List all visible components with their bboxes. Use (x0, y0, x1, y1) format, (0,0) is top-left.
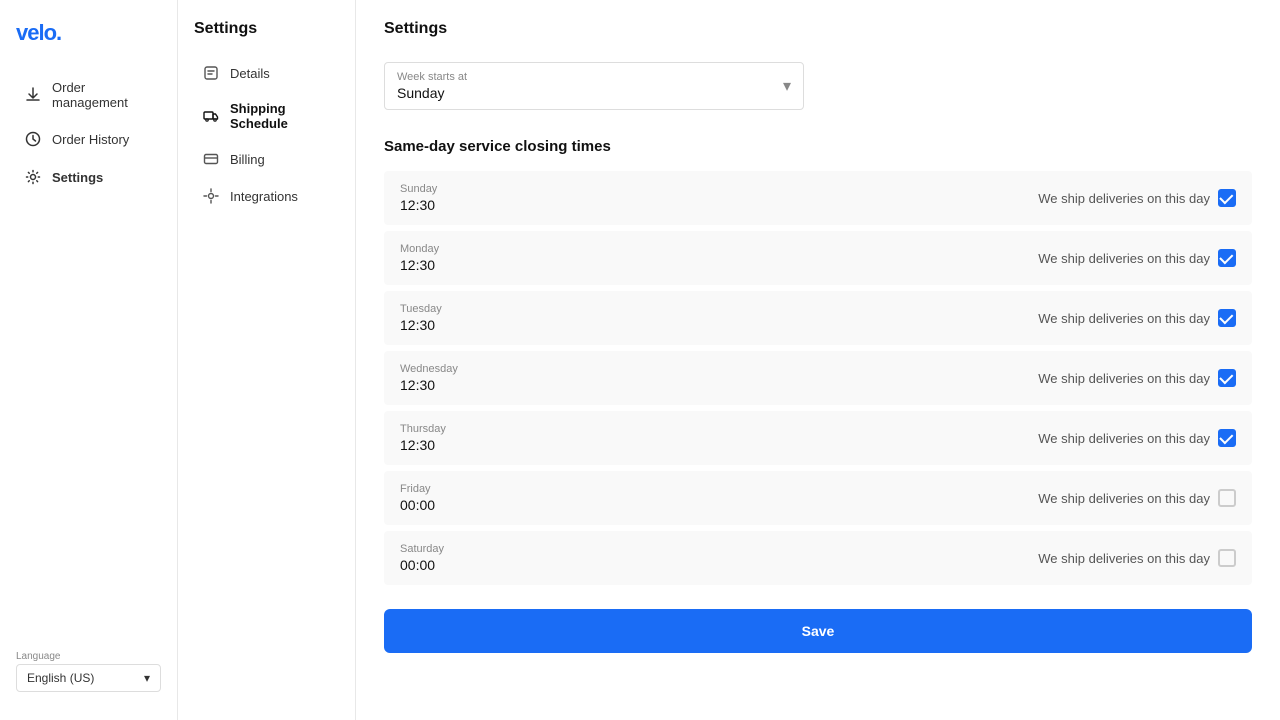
settings-nav-item-label: Integrations (230, 189, 298, 204)
day-info: Thursday 12:30 (400, 423, 490, 453)
day-row: Thursday 12:30 We ship deliveries on thi… (384, 411, 1252, 465)
same-day-title: Same-day service closing times (384, 138, 1252, 155)
language-label: Language (16, 651, 161, 662)
day-name: Wednesday (400, 363, 490, 375)
week-starts-label: Week starts at (397, 71, 791, 83)
settings-nav-item-label: Shipping Schedule (230, 101, 331, 131)
day-name: Thursday (400, 423, 490, 435)
day-info: Saturday 00:00 (400, 543, 490, 573)
day-checkbox-label: We ship deliveries on this day (1038, 191, 1210, 206)
sidebar-bottom: Language English (US) ▾ (0, 639, 177, 704)
week-starts-dropdown[interactable]: Week starts at Sunday ▾ (384, 62, 804, 110)
clock-icon (24, 130, 42, 148)
integrations-icon (202, 187, 220, 205)
day-checkbox[interactable] (1218, 369, 1236, 387)
chevron-down-icon: ▾ (144, 671, 150, 685)
day-row: Friday 00:00 We ship deliveries on this … (384, 471, 1252, 525)
settings-nav-shipping-schedule[interactable]: Shipping Schedule (186, 92, 347, 140)
day-row: Tuesday 12:30 We ship deliveries on this… (384, 291, 1252, 345)
settings-nav-billing[interactable]: Billing (186, 141, 347, 177)
day-checkbox[interactable] (1218, 429, 1236, 447)
day-checkbox-area: We ship deliveries on this day (1038, 309, 1236, 327)
day-name: Sunday (400, 183, 490, 195)
logo: velo. (0, 16, 177, 70)
day-checkbox-area: We ship deliveries on this day (1038, 249, 1236, 267)
day-info: Tuesday 12:30 (400, 303, 490, 333)
settings-nav-title: Settings (178, 20, 355, 54)
day-time: 00:00 (400, 497, 490, 513)
sidebar-item-order-history[interactable]: Order History (8, 121, 169, 157)
gear-icon (24, 168, 42, 186)
settings-nav-integrations[interactable]: Integrations (186, 178, 347, 214)
day-checkbox-area: We ship deliveries on this day (1038, 369, 1236, 387)
truck-icon (202, 107, 220, 125)
settings-nav-details[interactable]: Details (186, 55, 347, 91)
page-title: Settings (384, 20, 1252, 38)
week-starts-value: Sunday (397, 85, 791, 101)
download-icon (24, 86, 42, 104)
day-time: 12:30 (400, 437, 490, 453)
day-info: Monday 12:30 (400, 243, 490, 273)
day-checkbox-area: We ship deliveries on this day (1038, 489, 1236, 507)
main-content: Settings Week starts at Sunday ▾ Same-da… (356, 0, 1280, 720)
day-checkbox-area: We ship deliveries on this day (1038, 189, 1236, 207)
day-name: Monday (400, 243, 490, 255)
details-icon (202, 64, 220, 82)
day-checkbox[interactable] (1218, 309, 1236, 327)
save-button[interactable]: Save (384, 609, 1252, 653)
day-time: 12:30 (400, 317, 490, 333)
sidebar-item-label: Order History (52, 132, 129, 147)
logo-text: velo. (16, 20, 61, 45)
day-checkbox-area: We ship deliveries on this day (1038, 429, 1236, 447)
day-name: Saturday (400, 543, 490, 555)
sidebar-item-label: Order management (52, 80, 153, 110)
day-info: Wednesday 12:30 (400, 363, 490, 393)
settings-nav-item-label: Details (230, 66, 270, 81)
day-time: 12:30 (400, 197, 490, 213)
day-name: Tuesday (400, 303, 490, 315)
day-time: 12:30 (400, 257, 490, 273)
day-checkbox-area: We ship deliveries on this day (1038, 549, 1236, 567)
day-rows-container: Sunday 12:30 We ship deliveries on this … (384, 171, 1252, 585)
day-checkbox-label: We ship deliveries on this day (1038, 251, 1210, 266)
day-row: Saturday 00:00 We ship deliveries on thi… (384, 531, 1252, 585)
day-row: Monday 12:30 We ship deliveries on this … (384, 231, 1252, 285)
same-day-section: Same-day service closing times Sunday 12… (384, 138, 1252, 585)
day-checkbox[interactable] (1218, 489, 1236, 507)
settings-nav-item-label: Billing (230, 152, 265, 167)
language-selector[interactable]: English (US) ▾ (16, 664, 161, 692)
day-checkbox-label: We ship deliveries on this day (1038, 551, 1210, 566)
day-checkbox-label: We ship deliveries on this day (1038, 491, 1210, 506)
day-checkbox[interactable] (1218, 549, 1236, 567)
chevron-down-icon: ▾ (783, 76, 791, 96)
sidebar-item-label: Settings (52, 170, 103, 185)
day-row: Wednesday 12:30 We ship deliveries on th… (384, 351, 1252, 405)
day-row: Sunday 12:30 We ship deliveries on this … (384, 171, 1252, 225)
day-checkbox-label: We ship deliveries on this day (1038, 371, 1210, 386)
card-icon (202, 150, 220, 168)
language-value: English (US) (27, 671, 94, 685)
day-checkbox-label: We ship deliveries on this day (1038, 431, 1210, 446)
settings-navigation: Settings Details Shipping Schedule (178, 0, 356, 720)
day-checkbox-label: We ship deliveries on this day (1038, 311, 1210, 326)
sidebar-item-settings[interactable]: Settings (8, 159, 169, 195)
day-time: 12:30 (400, 377, 490, 393)
week-starts-section: Week starts at Sunday ▾ (384, 62, 1252, 110)
day-info: Sunday 12:30 (400, 183, 490, 213)
day-time: 00:00 (400, 557, 490, 573)
day-checkbox[interactable] (1218, 189, 1236, 207)
day-checkbox[interactable] (1218, 249, 1236, 267)
day-info: Friday 00:00 (400, 483, 490, 513)
day-name: Friday (400, 483, 490, 495)
sidebar: velo. Order management Order History Set… (0, 0, 178, 720)
sidebar-item-order-management[interactable]: Order management (8, 71, 169, 119)
